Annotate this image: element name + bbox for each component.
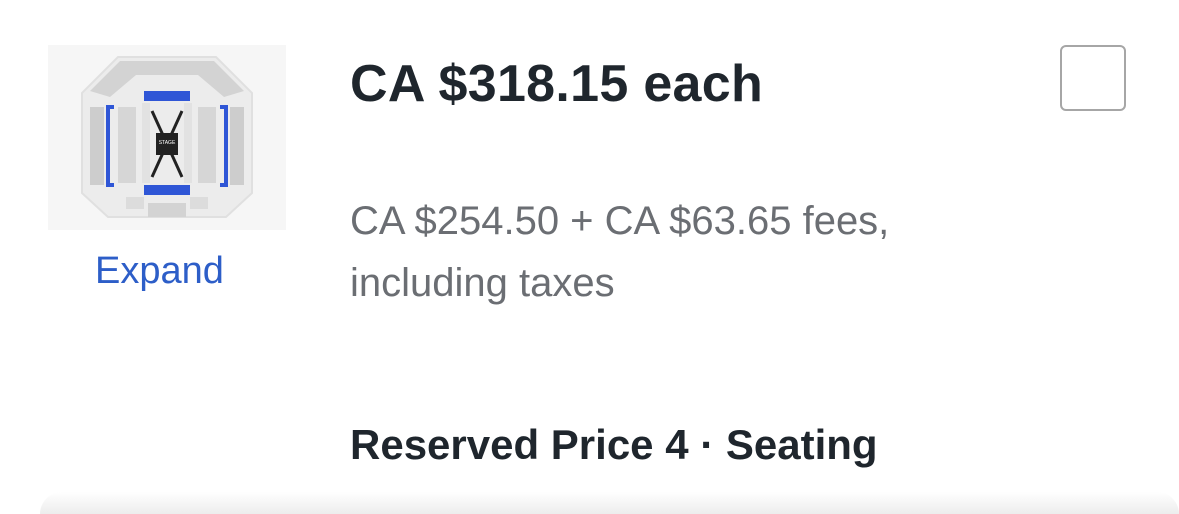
next-card-edge	[40, 492, 1179, 514]
seat-map-icon	[48, 45, 286, 230]
price-breakdown-line-1: CA $254.50 + CA $63.65 fees,	[350, 199, 890, 243]
ticket-type-label: Reserved Price 4 · Seating	[350, 421, 878, 468]
select-ticket-checkbox[interactable]	[1060, 45, 1126, 111]
price-breakdown: CA $254.50 + CA $63.65 fees, including t…	[350, 190, 1050, 314]
stage-label: STAGE	[158, 140, 176, 146]
seat-map-thumbnail[interactable]: STAGE	[48, 45, 286, 230]
price-breakdown-line-2: including taxes	[350, 261, 615, 305]
expand-seat-map-link[interactable]: Expand	[95, 248, 224, 294]
ticket-listing-card[interactable]: STAGE Expand CA $318.15 each CA $254.50 …	[0, 0, 1179, 514]
price-total: CA $318.15 each	[350, 55, 764, 113]
